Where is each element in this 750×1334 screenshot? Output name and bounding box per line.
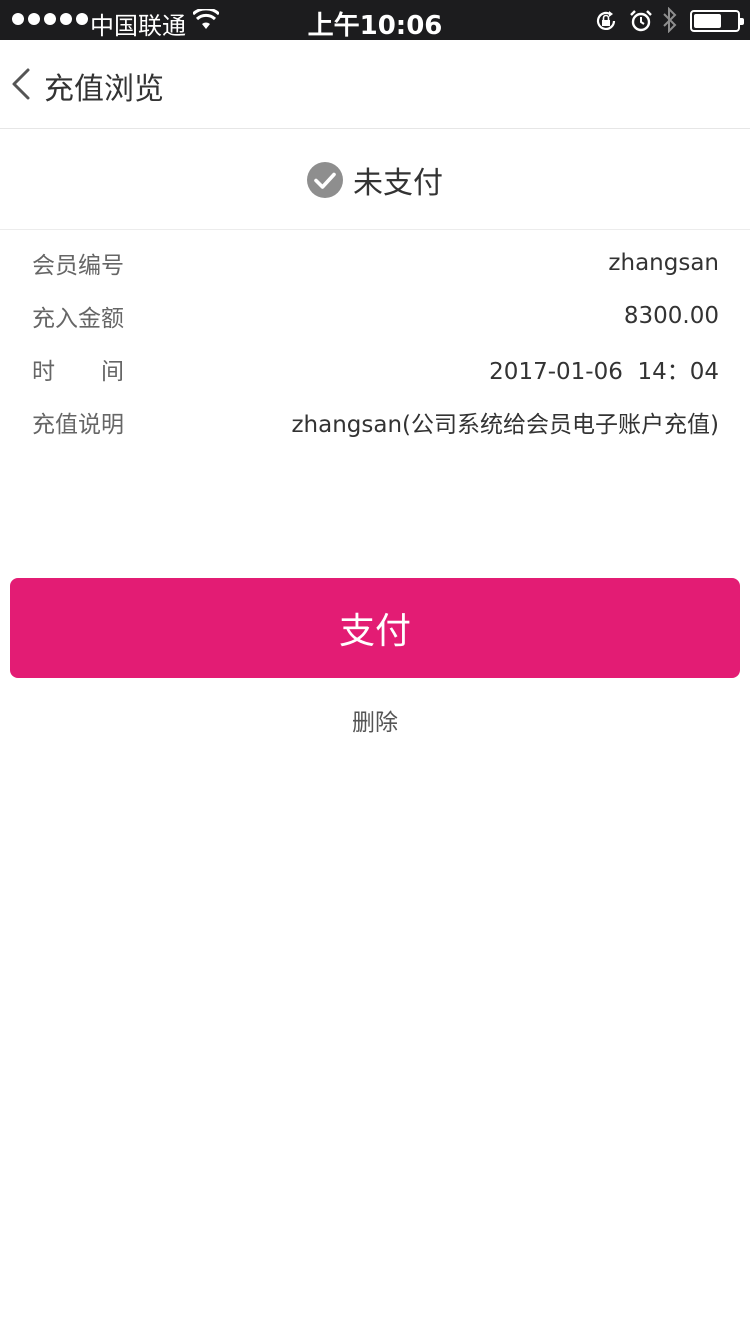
detail-row-member-id: 会员编号 zhangsan (0, 236, 750, 289)
status-bar: 中国联通 上午10:06 (0, 0, 750, 41)
detail-row-time: 时间 2017-01-06 14：04 (0, 342, 750, 395)
detail-label: 时间 (32, 358, 170, 385)
check-circle-icon (307, 161, 343, 198)
page-title: 充值浏览 (44, 72, 164, 107)
navigation-bar: 充值浏览 (0, 40, 750, 129)
payment-status: 未支付 (0, 130, 750, 230)
bluetooth-icon (663, 7, 677, 33)
detail-label: 会员编号 (32, 252, 124, 279)
battery-icon (690, 10, 744, 32)
detail-value: zhangsan(公司系统给会员电子账户充值) (291, 411, 719, 438)
payment-status-text: 未支付 (353, 165, 443, 201)
detail-label: 充入金额 (32, 305, 124, 332)
delete-button[interactable]: 删除 (0, 703, 750, 737)
detail-value: 2017-01-06 14：04 (489, 358, 719, 385)
detail-label: 充值说明 (32, 411, 124, 438)
alarm-icon (630, 10, 652, 32)
detail-value: zhangsan (608, 249, 719, 276)
detail-value: 8300.00 (623, 302, 719, 329)
detail-row-description: 充值说明 zhangsan(公司系统给会员电子账户充值) (0, 395, 750, 448)
detail-row-amount: 充入金额 8300.00 (0, 289, 750, 342)
back-button[interactable] (8, 64, 34, 104)
recharge-details: 会员编号 zhangsan 充入金额 8300.00 时间 2017-01-06… (0, 236, 750, 448)
pay-button[interactable]: 支付 (10, 578, 740, 678)
rotation-lock-icon (596, 11, 616, 30)
